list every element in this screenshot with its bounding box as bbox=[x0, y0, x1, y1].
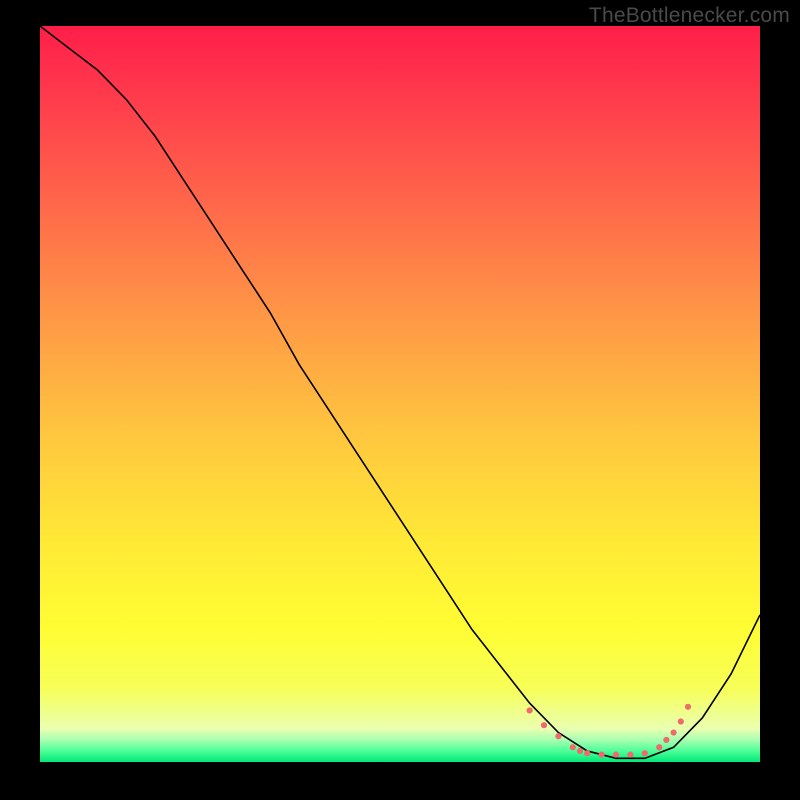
chart-container: TheBottlenecker.com bbox=[0, 0, 800, 800]
watermark-text: TheBottlenecker.com bbox=[589, 4, 790, 28]
curve-layer bbox=[40, 26, 760, 762]
plot-area bbox=[40, 26, 760, 762]
bottleneck-curve bbox=[40, 26, 760, 758]
